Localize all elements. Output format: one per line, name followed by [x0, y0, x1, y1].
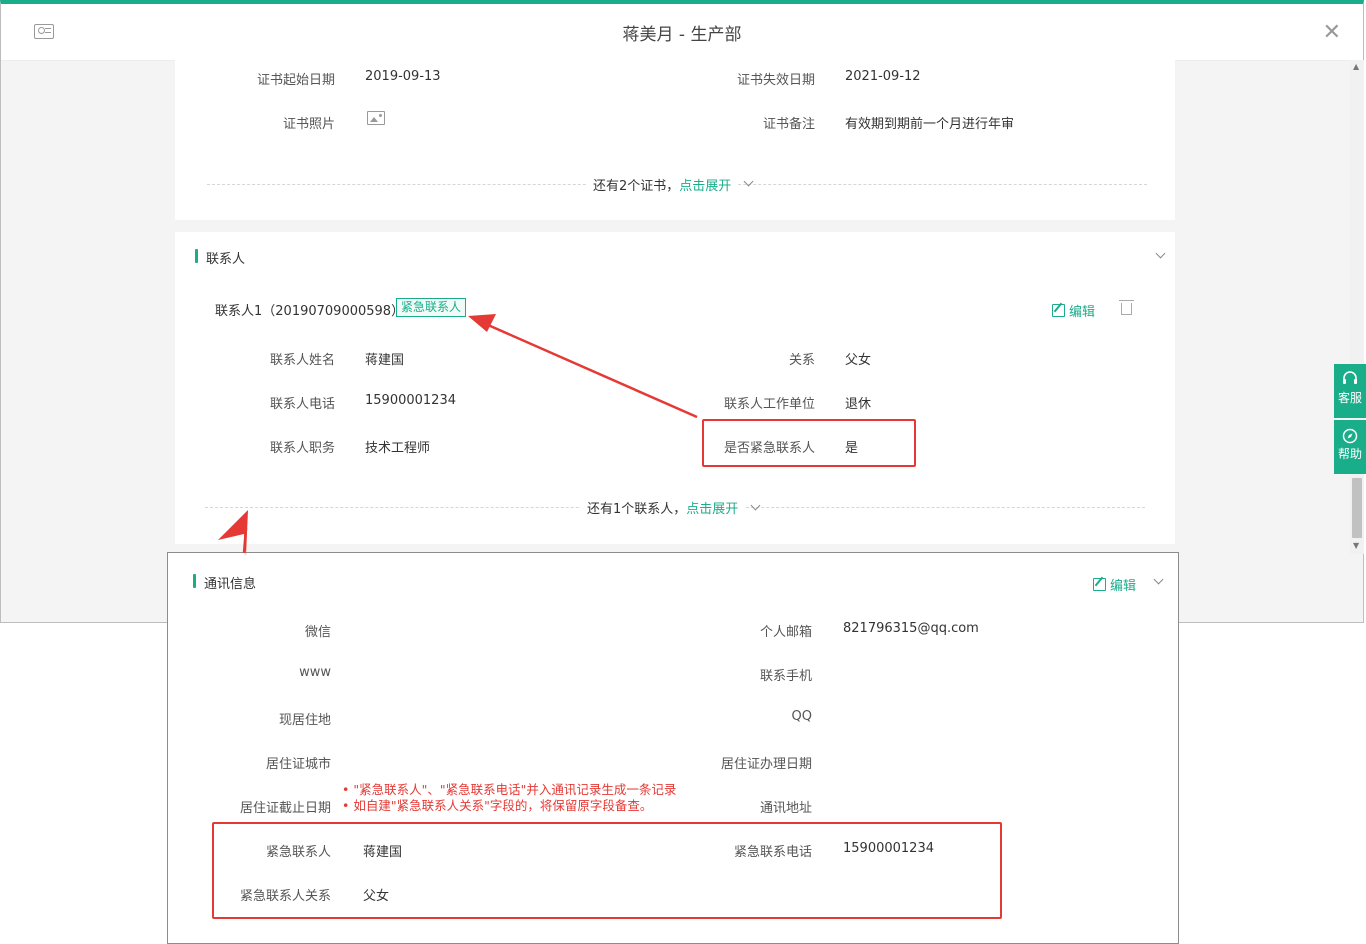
trash-icon[interactable]	[1119, 300, 1134, 315]
compass-icon	[1342, 428, 1358, 444]
edit-icon	[1052, 304, 1065, 317]
edit-icon	[1093, 578, 1106, 591]
qq-label: QQ	[791, 709, 812, 724]
permit-city-label: 居住证城市	[265, 757, 331, 772]
section-bar	[195, 249, 198, 263]
collapse-chevron-icon[interactable]	[1155, 248, 1166, 259]
customer-service-button[interactable]: 客服	[1334, 364, 1366, 418]
email-label: 个人邮箱	[759, 625, 812, 640]
scroll-up-icon[interactable]: ▲	[1353, 62, 1359, 71]
contact-more-text: 还有1个联系人，	[587, 502, 687, 517]
address-label: 现居住地	[278, 713, 331, 728]
www-label: www	[299, 665, 331, 680]
cert-remark-label: 证书备注	[762, 117, 815, 132]
contact-name-label: 联系人姓名	[269, 353, 335, 368]
contact-name: 蒋建国	[365, 353, 405, 368]
contact-relation-label: 关系	[788, 353, 815, 368]
mail-address-label: 通讯地址	[759, 801, 812, 816]
cert-photo-label: 证书照片	[282, 117, 335, 132]
communication-section-title: 通讯信息	[204, 577, 257, 592]
contact-position: 技术工程师	[365, 441, 431, 456]
headset-icon	[1343, 371, 1357, 384]
modal-title: 蒋美月 - 生产部	[622, 25, 742, 45]
chevron-down-icon[interactable]	[750, 500, 761, 511]
contact-edit-button[interactable]: 编辑	[1052, 301, 1095, 320]
contact-expand-row: 还有1个联系人，点击展开	[581, 498, 745, 517]
cert-start-date: 2019-09-13	[365, 69, 441, 84]
contact-relation: 父女	[845, 353, 872, 368]
cert-end-date-label: 证书失效日期	[736, 73, 815, 88]
collapse-chevron-icon[interactable]	[1153, 574, 1164, 585]
contact-expand-link[interactable]: 点击展开	[686, 502, 738, 517]
permit-date-label: 居住证办理日期	[720, 757, 812, 772]
contact-edit-label: 编辑	[1069, 305, 1096, 320]
permit-expiry-label: 居住证截止日期	[239, 801, 331, 816]
contact-work-label: 联系人工作单位	[723, 397, 815, 412]
annotation-note: • "紧急联系人"、"紧急联系电话"并入通讯记录生成一条记录 • 如自建"紧急联…	[342, 782, 676, 814]
communication-edit-label: 编辑	[1110, 579, 1137, 594]
contact-position-label: 联系人职务	[269, 441, 335, 456]
contacts-section-title: 联系人	[206, 252, 246, 267]
cert-expand-row: 还有2个证书，点击展开	[587, 175, 738, 194]
cert-start-date-label: 证书起始日期	[256, 73, 335, 88]
close-icon[interactable]: ✕	[1323, 22, 1341, 44]
contact-work: 退休	[845, 397, 872, 412]
scroll-thumb[interactable]	[1352, 478, 1362, 538]
annotation-box-emergency-fields	[212, 822, 1002, 919]
image-icon[interactable]	[367, 111, 385, 125]
contacts-panel: 联系人 联系人1（20190709000598） 紧急联系人 编辑 联系人姓名 …	[175, 232, 1175, 544]
emergency-contact-badge: 紧急联系人	[396, 298, 467, 317]
mobile-label: 联系手机	[759, 669, 812, 684]
annotation-note-line2: • 如自建"紧急联系人关系"字段的，将保留原字段备查。	[342, 798, 653, 813]
certificate-panel: 证书起始日期 2019-09-13 证书失效日期 2021-09-12 证书照片…	[175, 60, 1175, 220]
help-label: 帮助	[1337, 447, 1362, 461]
modal-header: 蒋美月 - 生产部 ✕	[1, 4, 1363, 61]
scroll-down-icon[interactable]: ▼	[1353, 541, 1359, 550]
cert-more-text: 还有2个证书，	[593, 179, 680, 194]
cert-expand-link[interactable]: 点击展开	[679, 179, 731, 194]
annotation-box-emergency-flag	[702, 419, 916, 467]
contact-phone: 15900001234	[365, 393, 456, 408]
contact-phone-label: 联系人电话	[269, 397, 335, 412]
communication-edit-button[interactable]: 编辑	[1093, 575, 1136, 594]
section-bar	[193, 574, 196, 588]
cert-remark: 有效期到期前一个月进行年审	[845, 117, 1015, 132]
customer-service-label: 客服	[1337, 391, 1362, 405]
help-button[interactable]: 帮助	[1334, 420, 1366, 474]
email: 821796315@qq.com	[843, 621, 979, 636]
cert-end-date: 2021-09-12	[845, 69, 921, 84]
annotation-note-line1: • "紧急联系人"、"紧急联系电话"并入通讯记录生成一条记录	[342, 782, 677, 797]
wechat-label: 微信	[304, 625, 331, 640]
contact-header: 联系人1（20190709000598）	[215, 304, 405, 319]
